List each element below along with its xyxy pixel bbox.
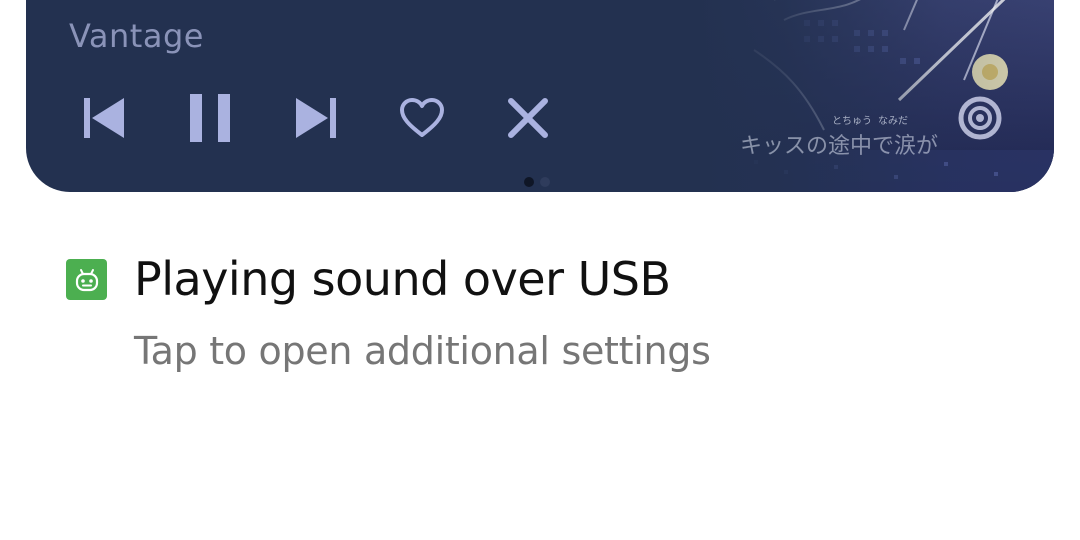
skip-next-icon [296, 98, 336, 138]
page-dot [540, 177, 550, 187]
lyric-ruby-2: なみだ [878, 116, 908, 127]
like-button[interactable] [390, 86, 454, 150]
skip-previous-button[interactable] [72, 86, 136, 150]
pause-icon [190, 94, 230, 142]
lyric-ruby-1: とちゅう [832, 116, 872, 127]
close-icon [508, 98, 548, 138]
notification-title: Playing sound over USB [134, 252, 671, 306]
media-player-card[interactable]: とちゅう なみだ キッスの途中で涙が Vantage [26, 0, 1054, 192]
playback-controls [26, 86, 626, 150]
page-indicator [524, 177, 550, 187]
track-artist: Vantage [69, 17, 204, 55]
page-dot-active [524, 177, 534, 187]
audio-output-button[interactable] [954, 92, 1006, 144]
app-icon [66, 259, 107, 300]
usb-audio-notification[interactable]: Playing sound over USB Tap to open addit… [66, 252, 1026, 392]
notification-subtitle: Tap to open additional settings [134, 329, 711, 373]
heart-outline-icon [400, 98, 444, 137]
android-icon [75, 268, 98, 291]
skip-next-button[interactable] [284, 86, 348, 150]
audio-output-icon [958, 96, 1002, 140]
lyric-line: キッスの途中で涙が [740, 134, 939, 159]
dismiss-player-button[interactable] [496, 86, 560, 150]
skip-previous-icon [84, 98, 124, 138]
pause-button[interactable] [178, 86, 242, 150]
